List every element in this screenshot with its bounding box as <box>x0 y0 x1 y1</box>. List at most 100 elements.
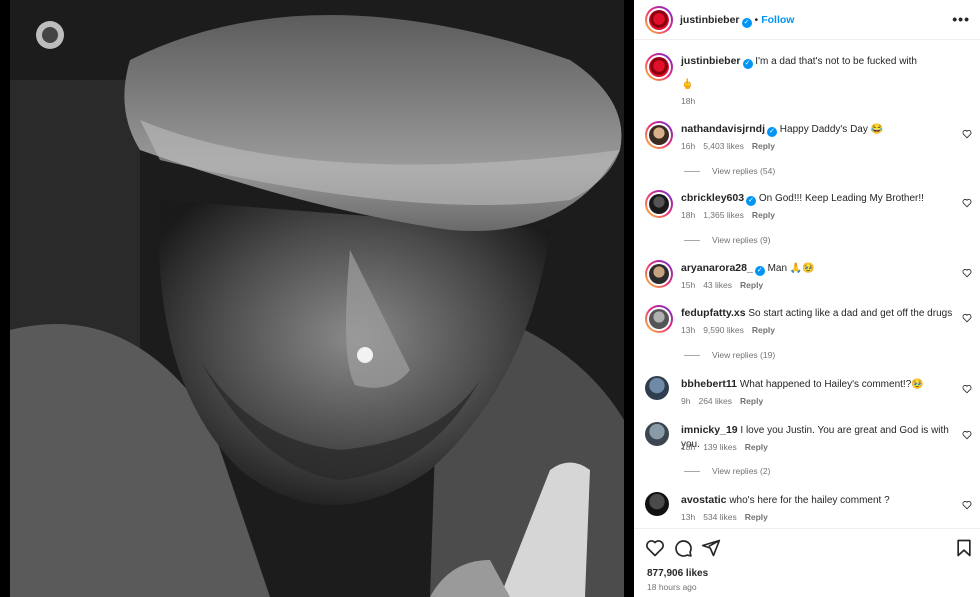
view-replies-link[interactable]: View replies (9) <box>684 235 770 245</box>
view-replies-link[interactable]: View replies (2) <box>684 466 770 476</box>
comment-body: who's here for the hailey comment ? <box>729 495 890 506</box>
comment-avatar[interactable] <box>645 305 673 333</box>
comment-likes[interactable]: 1,365 likes <box>703 210 744 220</box>
comment-body: What happened to Hailey's comment!?🥹 <box>739 379 924 390</box>
comment-likes[interactable]: 139 likes <box>703 442 737 452</box>
post-likes-count[interactable]: 877,906 likes <box>647 568 708 579</box>
caption-time: 18h <box>681 96 696 106</box>
comment-like-heart-icon[interactable] <box>962 268 972 278</box>
comment-text: bbhebert11 What happened to Hailey's com… <box>681 377 961 392</box>
comment-like-heart-icon[interactable] <box>962 129 972 139</box>
comment-avatar[interactable] <box>645 376 669 400</box>
post-photo-illustration <box>10 0 624 597</box>
comments-list[interactable]: justinbieber ✓ I'm a dad that's not to be… <box>634 41 980 527</box>
comment-icon[interactable] <box>673 538 693 558</box>
reply-button[interactable]: Reply <box>740 396 763 406</box>
follow-button[interactable]: Follow <box>761 14 794 26</box>
comment-item: aryanarora28_ ✓ Man 🙏🥹 15h 43 likes Reply <box>634 260 980 300</box>
comment-likes[interactable]: 43 likes <box>703 280 732 290</box>
comment-item: cbrickley603 ✓ On God!!! Keep Leading My … <box>634 190 980 250</box>
view-replies-link[interactable]: View replies (19) <box>684 350 775 360</box>
comment-avatar[interactable] <box>645 422 669 446</box>
comment-meta: 9h 264 likes Reply <box>681 396 771 406</box>
comment-time: 16h <box>681 141 696 151</box>
comment-like-heart-icon[interactable] <box>962 430 972 440</box>
comment-like-heart-icon[interactable] <box>962 384 972 394</box>
comment-time: 9h <box>681 396 691 406</box>
comment-username[interactable]: aryanarora28_ <box>681 262 753 274</box>
share-icon[interactable] <box>701 538 721 558</box>
view-replies-link[interactable]: View replies (54) <box>684 166 775 176</box>
comment-username[interactable]: bbhebert11 <box>681 378 737 390</box>
comment-meta: 13h 534 likes Reply <box>681 512 776 522</box>
comment-avatar[interactable] <box>645 492 669 516</box>
comment-item: avostatic who's here for the hailey comm… <box>634 492 980 527</box>
comment-body: Man 🙏🥹 <box>767 263 815 274</box>
comment-time: 18h <box>681 210 696 220</box>
comment-likes[interactable]: 534 likes <box>703 512 737 522</box>
reply-button[interactable]: Reply <box>745 512 768 522</box>
verified-badge-icon: ✓ <box>754 266 765 276</box>
comment-likes[interactable]: 9,590 likes <box>703 325 744 335</box>
comment-text: fedupfatty.xs So start acting like a dad… <box>681 306 961 321</box>
caption-avatar[interactable] <box>645 53 673 81</box>
separator-dot: • <box>754 14 759 26</box>
comment-likes[interactable]: 5,403 likes <box>703 141 744 151</box>
comment-body: So start acting like a dad and get off t… <box>748 308 953 319</box>
reply-button[interactable]: Reply <box>740 280 763 290</box>
reply-button[interactable]: Reply <box>752 141 775 151</box>
comment-meta: 18h 139 likes Reply <box>681 442 776 452</box>
caption-emoji: 🖕 <box>681 79 694 90</box>
post-actions: 877,906 likes 18 hours ago <box>634 528 980 597</box>
comment-meta: 16h 5,403 likes Reply <box>681 141 783 151</box>
comment-likes[interactable]: 264 likes <box>698 396 732 406</box>
comment-username[interactable]: fedupfatty.xs <box>681 307 746 319</box>
reply-button[interactable]: Reply <box>752 325 775 335</box>
caption-body: I'm a dad that's not to be fucked with <box>755 56 917 67</box>
comment-time: 18h <box>681 442 696 452</box>
post-header: justinbieber ✓ • Follow ••• <box>634 0 980 40</box>
comment-time: 15h <box>681 280 696 290</box>
post-timestamp: 18 hours ago <box>647 582 697 592</box>
verified-badge-icon: ✓ <box>746 196 757 206</box>
comment-item: bbhebert11 What happened to Hailey's com… <box>634 376 980 416</box>
author-username[interactable]: justinbieber <box>680 14 740 26</box>
comment-avatar[interactable] <box>645 190 673 218</box>
comment-time: 13h <box>681 325 696 335</box>
comment-item: fedupfatty.xs So start acting like a dad… <box>634 305 980 365</box>
caption: justinbieber ✓ I'm a dad that's not to be… <box>634 51 980 111</box>
comment-username[interactable]: imnicky_19 <box>681 424 738 436</box>
comment-username[interactable]: avostatic <box>681 494 727 506</box>
comment-text: avostatic who's here for the hailey comm… <box>681 493 961 508</box>
post-sidebar: justinbieber ✓ • Follow ••• justinbieber ✓ I… <box>634 0 980 597</box>
reply-button[interactable]: Reply <box>745 442 768 452</box>
comment-username[interactable]: cbrickley603 <box>681 192 744 204</box>
comment-body: Happy Daddy's Day 😂 <box>779 124 884 135</box>
comment-meta: 15h 43 likes Reply <box>681 280 771 290</box>
author-info: justinbieber ✓ • Follow <box>680 14 794 28</box>
comment-body: On God!!! Keep Leading My Brother!! <box>758 193 924 204</box>
verified-badge-icon: ✓ <box>767 127 778 137</box>
author-avatar[interactable] <box>645 6 673 34</box>
post-photo[interactable] <box>10 0 624 597</box>
verified-badge-icon: ✓ <box>742 59 753 69</box>
reply-button[interactable]: Reply <box>752 210 775 220</box>
comment-avatar[interactable] <box>645 260 673 288</box>
comment-item: nathandavisjrndj ✓ Happy Daddy's Day 😂 16… <box>634 121 980 181</box>
comment-text: cbrickley603 ✓ On God!!! Keep Leading My … <box>681 191 961 206</box>
comment-item: imnicky_19 I love you Justin. You are gr… <box>634 422 980 482</box>
post-media <box>0 0 634 597</box>
more-options-icon[interactable]: ••• <box>952 11 970 27</box>
heart-icon[interactable] <box>645 538 665 558</box>
comment-like-heart-icon[interactable] <box>962 500 972 510</box>
comment-like-heart-icon[interactable] <box>962 198 972 208</box>
comment-meta: 18h 1,365 likes Reply <box>681 210 783 220</box>
comment-avatar[interactable] <box>645 121 673 149</box>
bookmark-icon[interactable] <box>954 538 974 558</box>
comment-username[interactable]: nathandavisjrndj <box>681 123 765 135</box>
comment-text: nathandavisjrndj ✓ Happy Daddy's Day 😂 <box>681 122 961 137</box>
caption-username[interactable]: justinbieber <box>681 55 741 67</box>
comment-time: 13h <box>681 512 696 522</box>
caption-text: justinbieber ✓ I'm a dad that's not to be… <box>681 54 961 69</box>
comment-like-heart-icon[interactable] <box>962 313 972 323</box>
